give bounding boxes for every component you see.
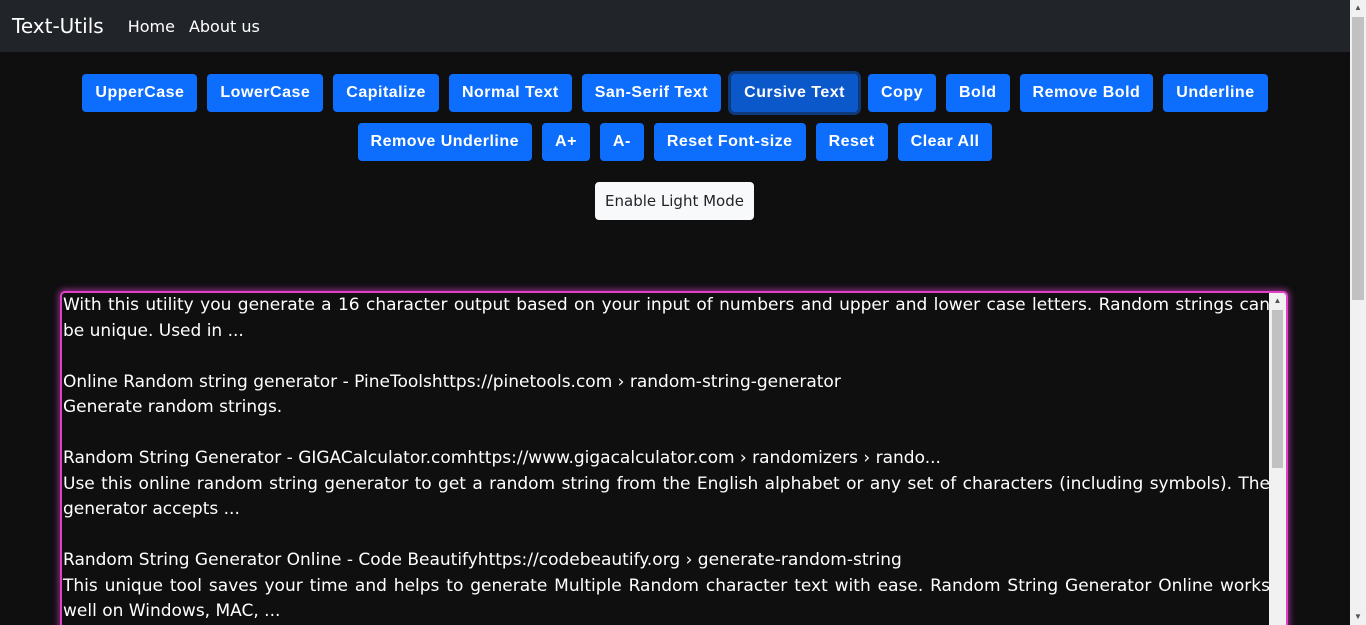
navbar: Text-Utils Home About us bbox=[0, 0, 1350, 52]
enable-light-mode-button[interactable]: Enable Light Mode bbox=[595, 182, 754, 220]
cursive-text-button[interactable]: Cursive Text bbox=[731, 74, 858, 112]
capitalize-button[interactable]: Capitalize bbox=[333, 74, 439, 112]
bold-button[interactable]: Bold bbox=[946, 74, 1010, 112]
clear-all-button[interactable]: Clear All bbox=[897, 123, 993, 161]
page-scroll-down-icon[interactable]: ▼ bbox=[1350, 609, 1366, 625]
textarea-scroll-thumb[interactable] bbox=[1272, 310, 1283, 468]
scroll-up-arrow-icon[interactable]: ▲ bbox=[1269, 293, 1286, 309]
brand-logo[interactable]: Text-Utils bbox=[12, 14, 104, 38]
copy-button[interactable]: Copy bbox=[868, 74, 936, 112]
page-scroll-up-icon[interactable]: ▲ bbox=[1350, 0, 1366, 16]
remove-underline-button[interactable]: Remove Underline bbox=[357, 123, 533, 161]
sans-serif-text-button[interactable]: San-Serif Text bbox=[581, 74, 722, 112]
text-input-area[interactable]: With this utility you generate a 16 char… bbox=[60, 291, 1288, 625]
reset-button[interactable]: Reset bbox=[815, 123, 888, 161]
page-scrollbar[interactable]: ▲ ▼ bbox=[1350, 0, 1366, 625]
page-scroll-thumb[interactable] bbox=[1352, 17, 1364, 300]
text-input-content[interactable]: With this utility you generate a 16 char… bbox=[62, 293, 1270, 625]
toolbar-row-2: Remove Underline A+ A- Reset Font-size R… bbox=[0, 123, 1350, 161]
toolbar: UpperCase LowerCase Capitalize Normal Te… bbox=[0, 74, 1350, 172]
normal-text-button[interactable]: Normal Text bbox=[448, 74, 572, 112]
remove-bold-button[interactable]: Remove Bold bbox=[1019, 74, 1154, 112]
uppercase-button[interactable]: UpperCase bbox=[82, 74, 198, 112]
decrease-font-button[interactable]: A- bbox=[599, 123, 644, 161]
nav-link-home[interactable]: Home bbox=[128, 17, 175, 36]
lowercase-button[interactable]: LowerCase bbox=[207, 74, 324, 112]
increase-font-button[interactable]: A+ bbox=[542, 123, 590, 161]
underline-button[interactable]: Underline bbox=[1163, 74, 1268, 112]
reset-font-size-button[interactable]: Reset Font-size bbox=[653, 123, 806, 161]
textarea-scrollbar[interactable]: ▲ bbox=[1269, 293, 1286, 625]
nav-link-about[interactable]: About us bbox=[189, 17, 260, 36]
toolbar-row-1: UpperCase LowerCase Capitalize Normal Te… bbox=[0, 74, 1350, 112]
